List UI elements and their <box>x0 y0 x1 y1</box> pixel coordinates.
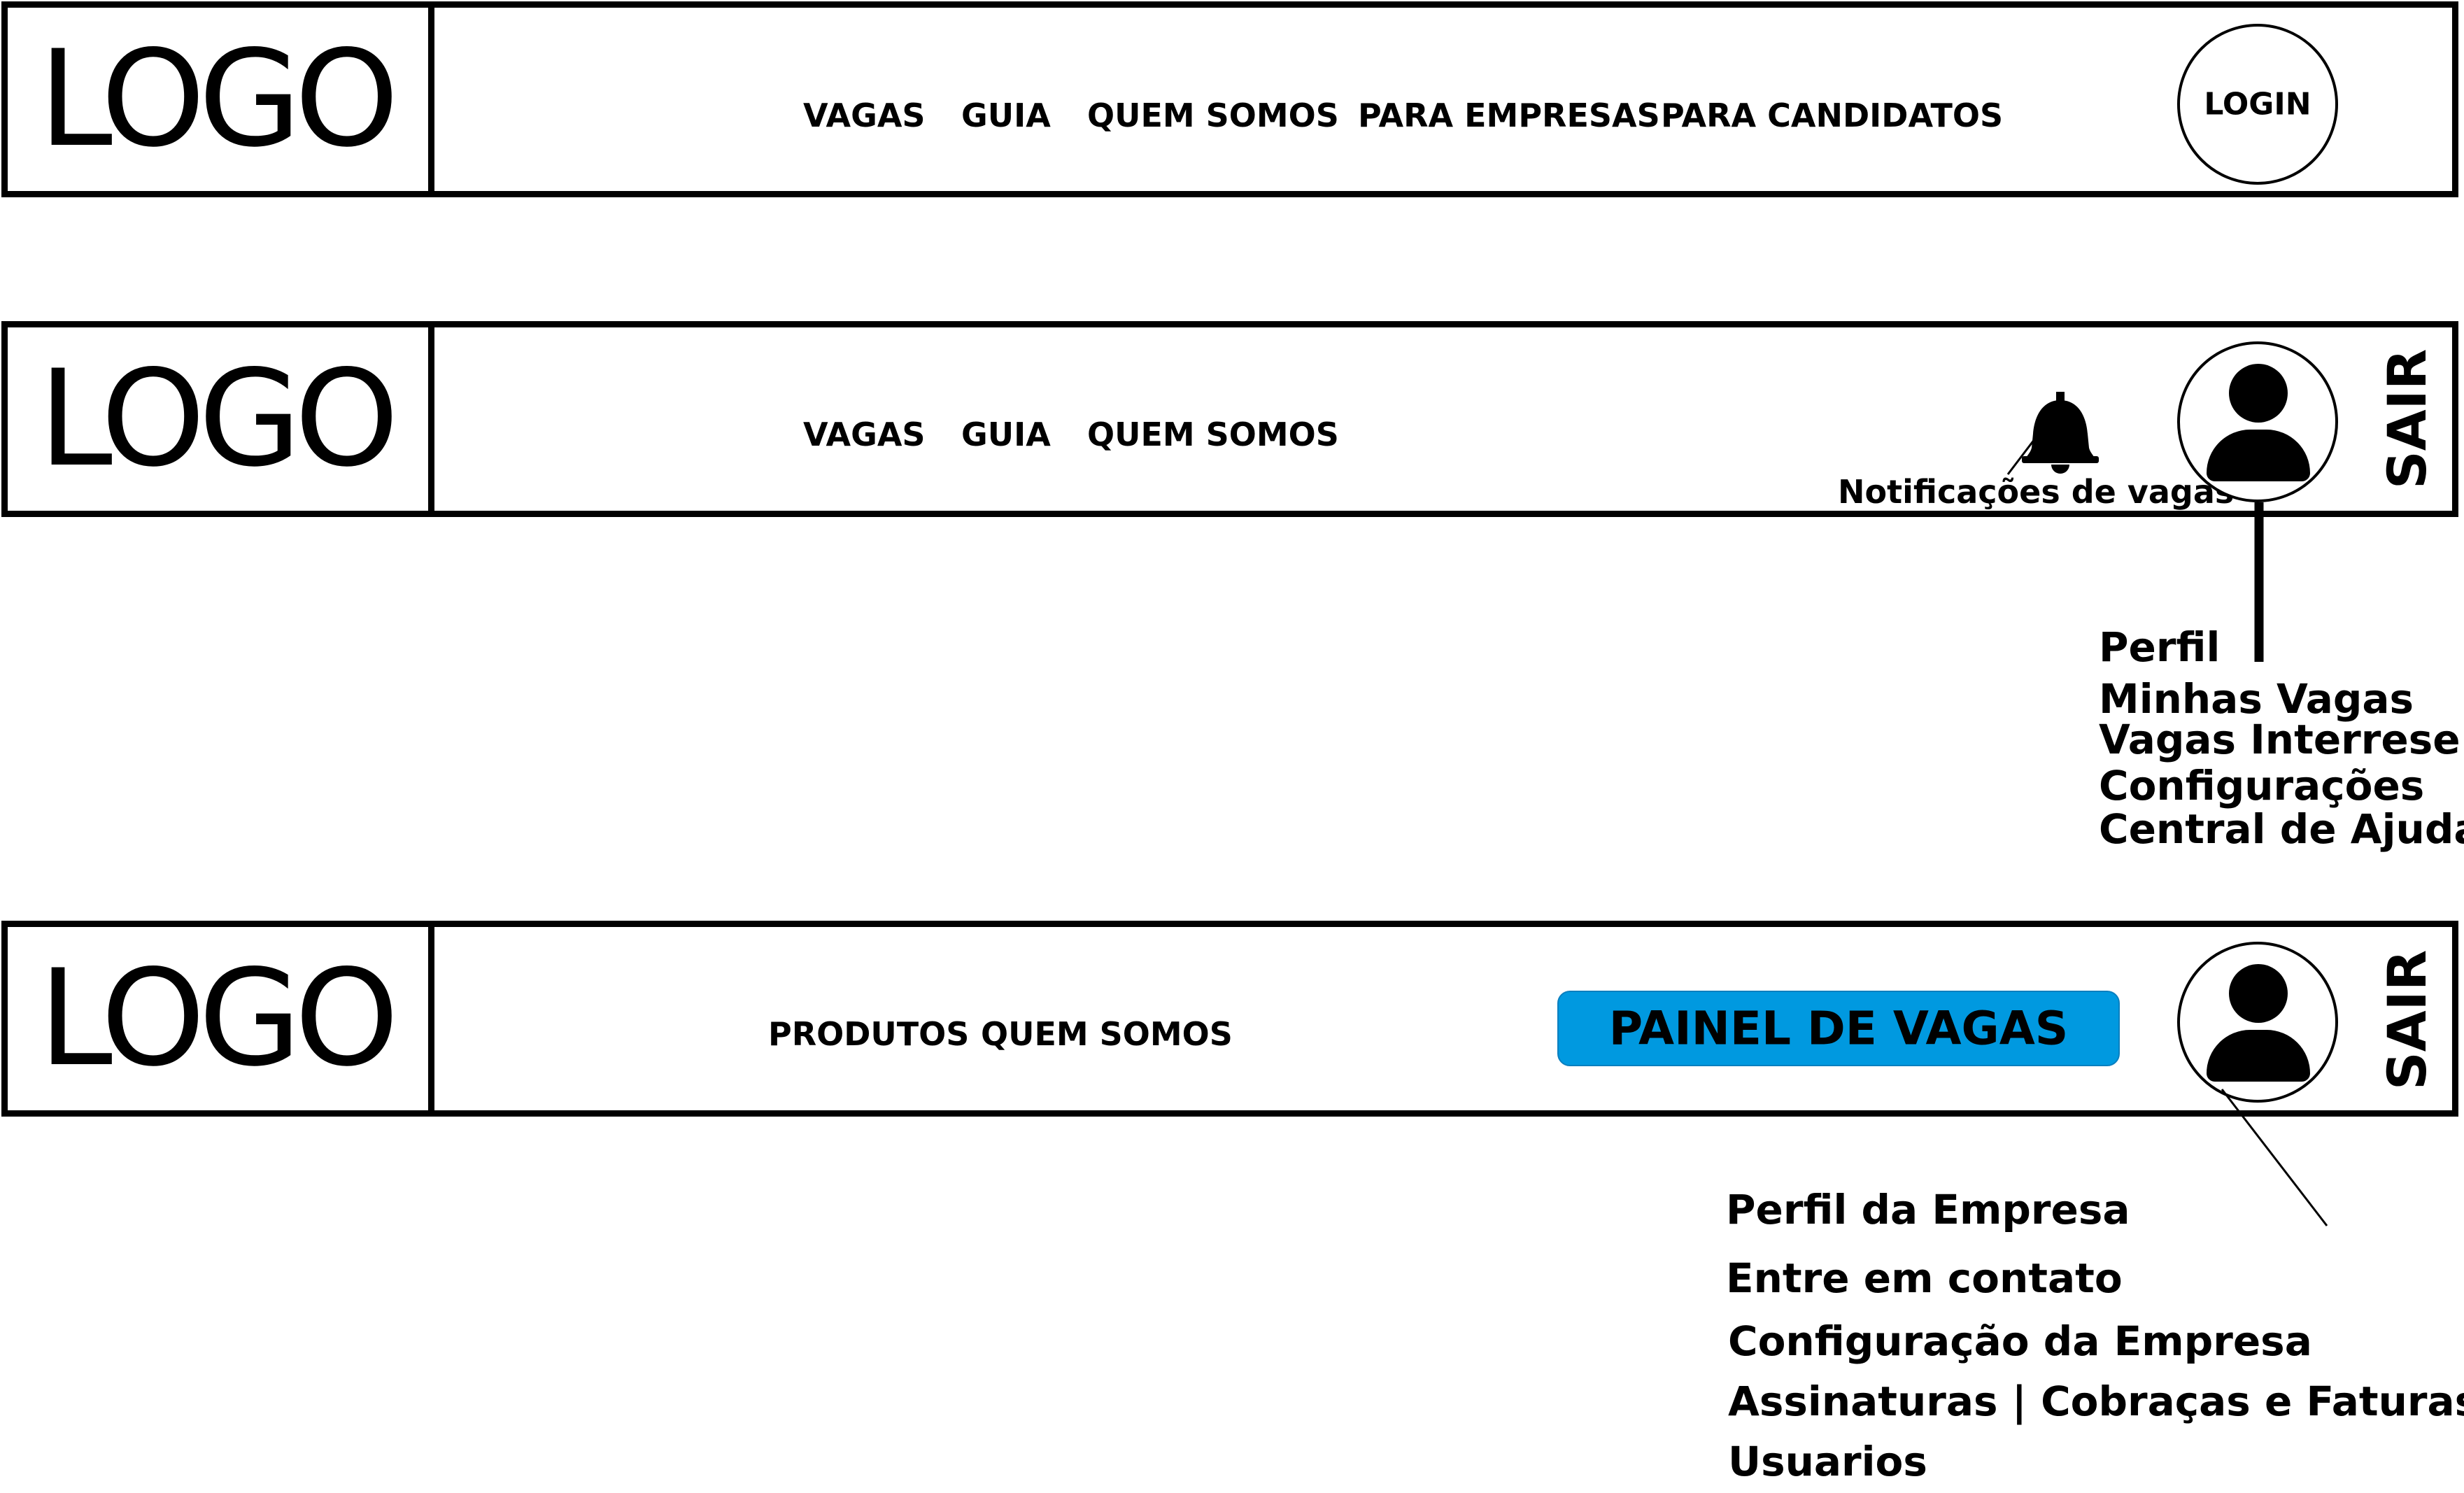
user-icon-head <box>2229 964 2288 1023</box>
menu-configuracao-da-empresa[interactable]: Configuração da Empresa <box>1728 1321 2312 1361</box>
menu-perfil[interactable]: Perfil <box>2099 627 2220 667</box>
logo-cell: LOGO <box>8 327 434 511</box>
menu-vagas-interesse[interactable]: Vagas Interrese ? <box>2099 719 2464 760</box>
logo-cell: LOGO <box>8 927 434 1110</box>
company-avatar[interactable] <box>2177 942 2338 1103</box>
notification-label: Notificações de vagas <box>1838 473 2235 511</box>
menu-minhas-vagas[interactable]: Minhas Vagas <box>2099 679 2414 719</box>
user-icon-body <box>2207 1030 2310 1082</box>
login-label: LOGIN <box>2204 86 2311 122</box>
menu-entre-em-contato[interactable]: Entre em contato <box>1726 1258 2123 1299</box>
nav-produtos[interactable]: PRODUTOS <box>768 1018 969 1050</box>
nav-vagas[interactable]: VAGAS <box>803 99 926 132</box>
painel-de-vagas-label: PAINEL DE VAGAS <box>1608 1001 2069 1056</box>
nav-quem-somos[interactable]: QUEM SOMOS <box>981 1018 1233 1050</box>
logo[interactable]: LOGO <box>38 952 399 1085</box>
user-icon-head <box>2229 364 2288 423</box>
logout-button[interactable]: SAIR <box>2376 950 2438 1090</box>
nav-quem-somos[interactable]: QUEM SOMOS <box>1087 99 1339 132</box>
logo[interactable]: LOGO <box>38 33 399 166</box>
nav-guia[interactable]: GUIA <box>961 418 1051 451</box>
menu-usuarios[interactable]: Usuarios <box>1728 1441 1927 1482</box>
logo[interactable]: LOGO <box>38 353 399 486</box>
nav-guia[interactable]: GUIA <box>961 99 1051 132</box>
menu-assinaturas[interactable]: Assinaturas | Cobraças e Faturas <box>1728 1381 2464 1422</box>
painel-de-vagas-button[interactable]: PAINEL DE VAGAS <box>1557 991 2120 1066</box>
user-icon-body <box>2207 430 2310 481</box>
user-avatar[interactable] <box>2177 341 2338 502</box>
login-button[interactable]: LOGIN <box>2177 24 2338 185</box>
nav-para-candidatos[interactable]: PARA CANDIDATOS <box>1661 99 2003 132</box>
nav-vagas[interactable]: VAGAS <box>803 418 926 451</box>
menu-configuracoes[interactable]: Configurações <box>2099 765 2424 806</box>
nav-para-empresas[interactable]: PARA EMPRESAS <box>1358 99 1660 132</box>
logout-button[interactable]: SAIR <box>2376 349 2438 489</box>
nav-quem-somos[interactable]: QUEM SOMOS <box>1087 418 1339 451</box>
logo-cell: LOGO <box>8 8 434 191</box>
menu-perfil-da-empresa[interactable]: Perfil da Empresa <box>1726 1189 2130 1230</box>
menu-central-de-ajuda[interactable]: Central de Ajuda <box>2099 809 2464 849</box>
